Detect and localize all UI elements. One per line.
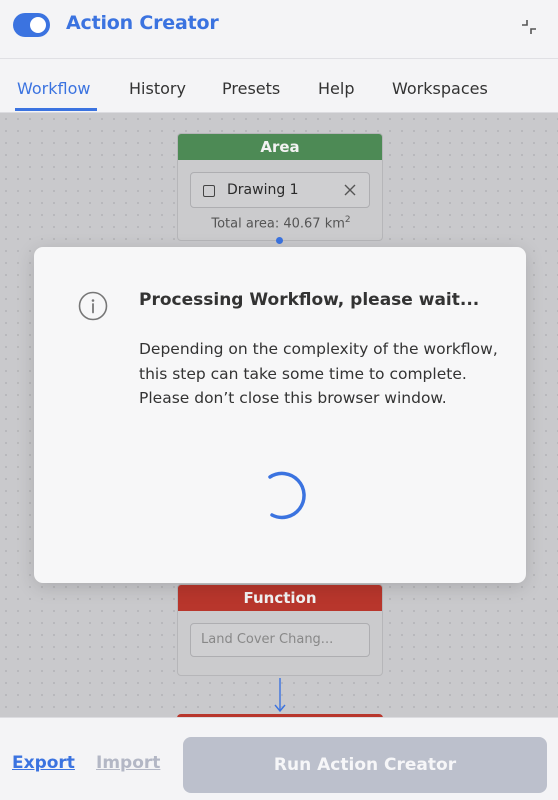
tab-help[interactable]: Help xyxy=(318,79,354,98)
app-header: Action Creator xyxy=(0,0,558,58)
drawing-checkbox[interactable] xyxy=(203,185,215,197)
loading-spinner-icon xyxy=(268,471,306,520)
drawing-label: Drawing 1 xyxy=(227,182,299,198)
tab-bar: Workflow History Presets Help Workspaces xyxy=(0,58,558,113)
export-link[interactable]: Export xyxy=(12,753,75,773)
import-link[interactable]: Import xyxy=(96,753,160,773)
run-action-creator-button[interactable]: Run Action Creator xyxy=(183,737,547,793)
drawing-item[interactable]: Drawing 1 xyxy=(190,172,370,208)
modal-title: Processing Workflow, please wait... xyxy=(139,290,480,310)
footer: Export Import Run Action Creator xyxy=(0,717,558,800)
total-area-text: Total area: 40.67 km2 xyxy=(211,215,351,232)
tab-presets[interactable]: Presets xyxy=(222,79,280,98)
area-node[interactable]: Area Drawing 1 Total area: 40.67 km2 xyxy=(177,133,383,241)
modal-message: Depending on the complexity of the workf… xyxy=(139,340,498,407)
active-tab-indicator xyxy=(15,108,97,111)
remove-drawing-icon[interactable] xyxy=(343,183,357,197)
processing-modal: Processing Workflow, please wait... Depe… xyxy=(34,247,526,583)
function-node[interactable]: Function Land Cover Chang... xyxy=(177,584,383,676)
collapse-icon[interactable] xyxy=(518,16,540,38)
app-title: Action Creator xyxy=(66,12,219,34)
connector-dot[interactable] xyxy=(276,237,283,244)
info-icon xyxy=(78,291,108,321)
enable-toggle[interactable] xyxy=(13,13,50,37)
function-select[interactable]: Land Cover Chang... xyxy=(190,623,370,657)
tab-workspaces[interactable]: Workspaces xyxy=(392,79,488,98)
tab-history[interactable]: History xyxy=(129,79,186,98)
function-node-title: Function xyxy=(178,585,382,611)
arrow-down-icon xyxy=(274,678,286,713)
tab-workflow[interactable]: Workflow xyxy=(17,79,90,98)
area-node-title: Area xyxy=(178,134,382,160)
